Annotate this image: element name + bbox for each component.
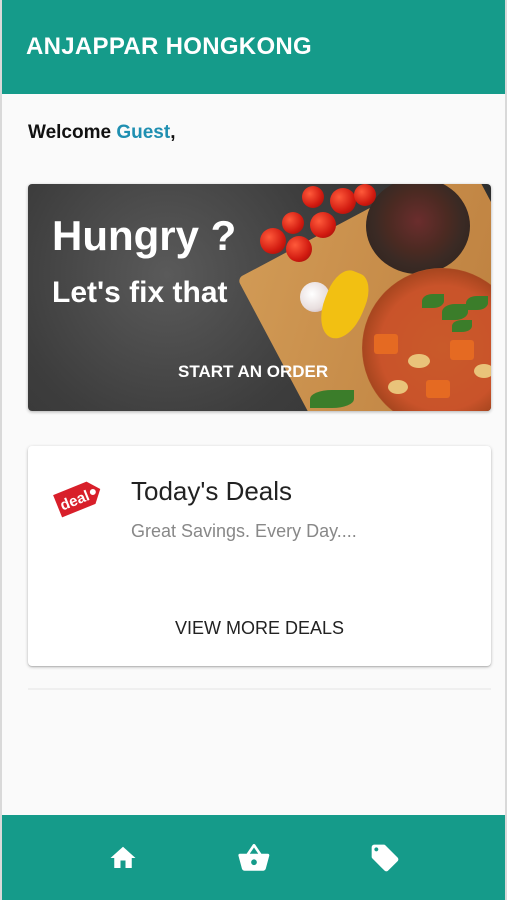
deal-tag-icon: deal — [53, 481, 101, 518]
hero-herb — [310, 390, 354, 408]
hero-pasta — [408, 354, 430, 368]
bottom-navigation — [2, 815, 505, 900]
hero-herb — [422, 294, 444, 308]
hero-carrot — [426, 380, 450, 398]
welcome-suffix: , — [170, 122, 176, 143]
divider — [28, 688, 491, 690]
home-icon — [110, 846, 135, 868]
basket-icon — [237, 843, 269, 871]
deals-card: deal Today's Deals Great Savings. Every … — [28, 446, 491, 666]
nav-deals[interactable] — [365, 838, 405, 878]
nav-basket[interactable] — [234, 838, 274, 878]
start-order-button[interactable]: START AN ORDER — [178, 362, 328, 382]
hero-pasta — [474, 364, 491, 378]
hero-title: Hungry ? — [52, 212, 237, 259]
hero-banner[interactable]: Hungry ? Let's fix that START AN ORDER — [28, 184, 491, 411]
hero-carrot — [374, 334, 398, 354]
hero-tomato — [310, 212, 336, 238]
app-title: ANJAPPAR HONGKONG — [26, 33, 313, 60]
tag-icon — [371, 844, 398, 871]
app-bar: ANJAPPAR HONGKONG — [2, 0, 505, 94]
guest-user-link[interactable]: Guest — [116, 122, 170, 143]
hero-tomato — [282, 212, 304, 234]
hero-tomato — [302, 186, 324, 208]
deals-subtitle: Great Savings. Every Day.... — [131, 521, 357, 541]
welcome-message: Welcome Guest, — [28, 122, 176, 144]
nav-home[interactable] — [103, 838, 143, 878]
deals-title: Today's Deals — [131, 476, 293, 506]
hero-tomato — [354, 184, 376, 206]
hero-tomato — [330, 188, 356, 214]
hero-subtitle: Let's fix that — [52, 276, 228, 309]
view-more-deals-button[interactable]: VIEW MORE DEALS — [28, 618, 491, 639]
hero-tomato — [286, 236, 312, 262]
hero-tomato — [260, 228, 286, 254]
hero-carrot — [450, 340, 474, 360]
hero-herb — [452, 320, 472, 332]
hero-herb — [442, 304, 468, 320]
hero-herb — [466, 296, 488, 310]
hero-pasta — [388, 380, 408, 394]
welcome-prefix: Welcome — [28, 122, 117, 143]
